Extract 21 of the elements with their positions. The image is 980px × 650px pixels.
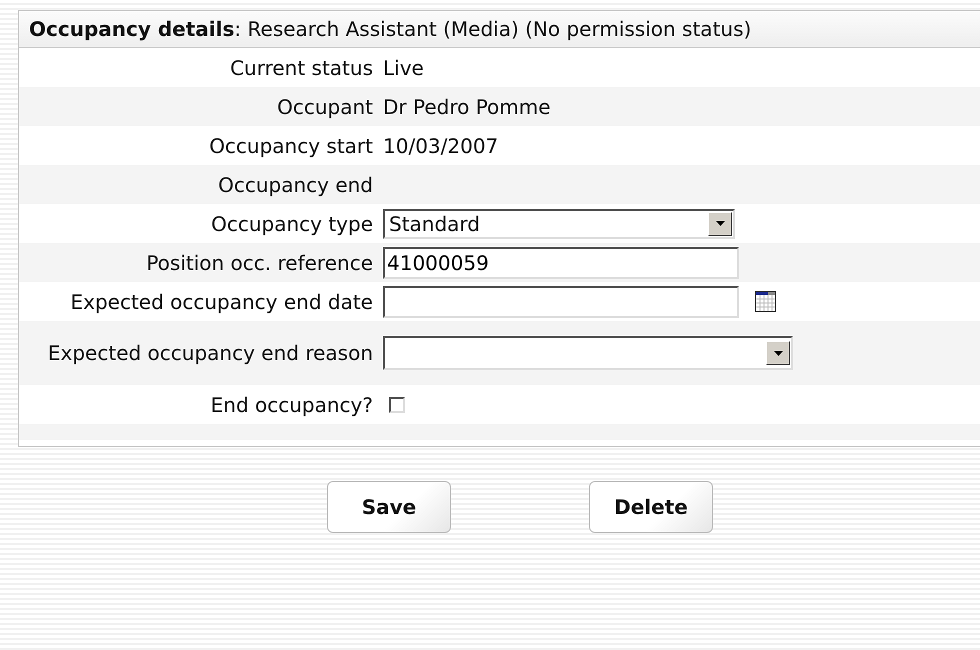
field-value: Live bbox=[383, 56, 424, 80]
dropdown[interactable]: Standard bbox=[383, 208, 735, 238]
field-label: Occupancy end bbox=[218, 172, 373, 196]
field-label: Expected occupancy end date bbox=[70, 290, 373, 314]
calendar-icon[interactable] bbox=[755, 291, 776, 312]
field-label: End occupancy? bbox=[210, 392, 373, 416]
field-label: Occupancy type bbox=[211, 212, 373, 236]
field-label: Expected occupancy end reason bbox=[48, 341, 373, 365]
dropdown[interactable] bbox=[383, 336, 793, 370]
field-label: Current status bbox=[230, 56, 373, 80]
panel-title: Occupancy details: Research Assistant (Media) (No permission status) bbox=[29, 17, 752, 41]
field-value: 10/03/2007 bbox=[383, 134, 498, 158]
input-field[interactable]: 41000059 bbox=[383, 246, 739, 278]
save-button[interactable]: Save bbox=[327, 481, 451, 533]
date-field[interactable] bbox=[383, 286, 739, 318]
delete-button[interactable]: Delete bbox=[589, 481, 713, 533]
field-label: Occupant bbox=[277, 94, 373, 118]
field-label: Position occ. reference bbox=[146, 250, 373, 274]
field-value: Dr Pedro Pomme bbox=[383, 94, 551, 118]
field-label: Occupancy start bbox=[209, 134, 373, 158]
checkbox[interactable] bbox=[389, 396, 405, 412]
